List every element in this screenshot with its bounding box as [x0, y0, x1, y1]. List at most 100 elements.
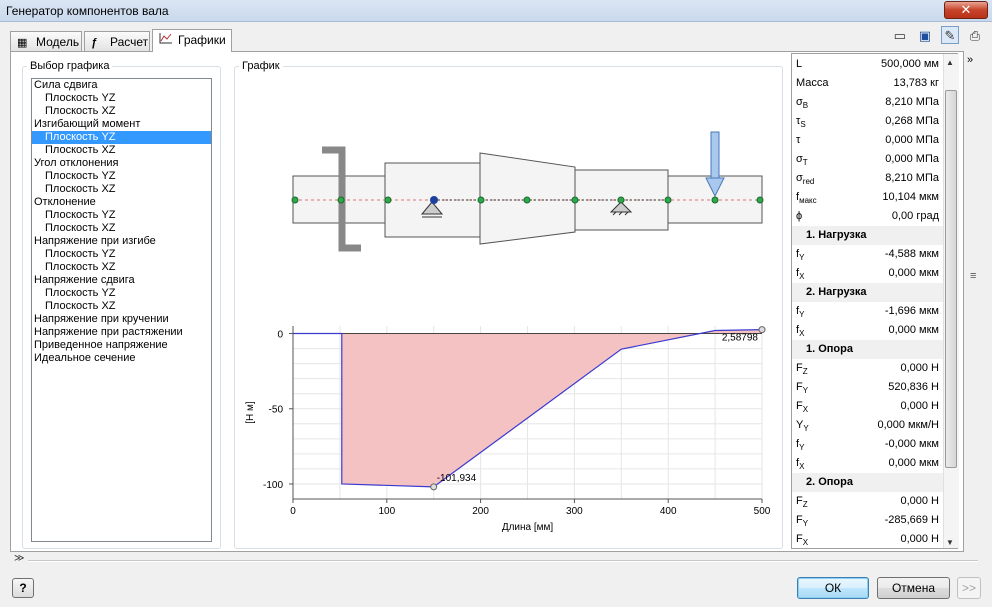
result-value: -285,669 Н [884, 514, 939, 526]
result-row: YY 0,000 мкм/Н [792, 416, 957, 435]
open-folder-icon[interactable]: ▭ [891, 27, 909, 45]
help-icon: ? [19, 581, 27, 595]
result-value: 10,104 мкм [882, 191, 939, 203]
result-row: fX 0,000 мкм [792, 454, 957, 473]
graph-list-subitem[interactable]: Плоскость XZ [32, 183, 211, 196]
chart-icon [159, 33, 175, 47]
y-tick-label: -100 [263, 480, 283, 491]
results-panel: L 500,000 мм Масса 13,783 кг σB 8,210 МПа τS 0,… [791, 53, 958, 549]
scroll-up-icon[interactable]: ▲ [946, 58, 954, 67]
result-value: 0,268 МПа [885, 115, 939, 127]
x-axis-label: Длина [мм] [502, 522, 554, 533]
collapse-panel-icon[interactable]: » [967, 54, 973, 66]
result-row: fY -0,000 мкм [792, 435, 957, 454]
result-value: 13,783 кг [893, 77, 939, 89]
graph-list-item[interactable]: Идеальное сечение [32, 352, 211, 365]
result-row: fмакс 10,104 мкм [792, 188, 957, 207]
more-button[interactable]: >> [957, 577, 981, 599]
close-icon: ✕ [960, 2, 972, 17]
result-row: σred 8,210 МПа [792, 169, 957, 188]
toolbar: ▭ ▣ ✎ ⎙ [887, 26, 984, 46]
tab-label: Графики [178, 33, 226, 47]
results-section-header: 2. Нагрузка [792, 283, 957, 302]
help-button[interactable]: ? [12, 578, 34, 598]
graph-list-item[interactable]: Напряжение сдвига [32, 274, 211, 287]
tab-calculation[interactable]: ƒ Расчет [84, 31, 150, 51]
graph-list-item[interactable]: Напряжение при кручении [32, 313, 211, 326]
section-title: 1. Нагрузка [806, 229, 867, 241]
result-value: 0,000 Н [900, 495, 939, 507]
result-row: FX 0,000 Н [792, 397, 957, 416]
splitter-grip-icon[interactable]: ≡ [970, 270, 976, 282]
graph-list-subitem[interactable]: Плоскость YZ [32, 92, 211, 105]
results-section-header: 1. Опора [792, 340, 957, 359]
x-tick-label: 0 [290, 506, 296, 517]
graph-list-subitem[interactable]: Плоскость YZ [32, 170, 211, 183]
graph-list[interactable]: Сила сдвига Плоскость YZ Плоскость XZ Изгиб… [31, 78, 212, 542]
bottom-divider [28, 560, 978, 562]
result-value: 0,000 мкм [888, 457, 939, 469]
close-button[interactable]: ✕ [944, 1, 988, 19]
result-row: FY -285,669 Н [792, 511, 957, 530]
title-bar: Генератор компонентов вала ✕ [0, 0, 992, 22]
x-tick-label: 100 [378, 506, 395, 517]
annotation-label: 2,58798 [722, 333, 759, 344]
result-row: FX 0,000 Н [792, 530, 957, 548]
result-name: FX [796, 533, 809, 548]
graph-list-subitem[interactable]: Плоскость XZ [32, 300, 211, 313]
results-scrollbar-thumb[interactable] [945, 90, 957, 468]
graph-list-item[interactable]: Сила сдвига [32, 79, 211, 92]
graph-list-subitem[interactable]: Плоскость XZ [32, 261, 211, 274]
result-value: 0,000 МПа [885, 153, 939, 165]
x-tick-label: 500 [754, 506, 771, 517]
tab-label: Расчет [110, 35, 149, 49]
cancel-button[interactable]: Отмена [877, 577, 950, 599]
model-icon: ▦ [17, 37, 28, 49]
graph-list-subitem[interactable]: Плоскость XZ [32, 105, 211, 118]
result-row: ϕ 0,00 град [792, 207, 957, 226]
x-tick-label: 300 [566, 506, 583, 517]
graph-list-item[interactable]: Напряжение при растяжении [32, 326, 211, 339]
y-axis-label: [Н м] [245, 401, 256, 424]
result-value: 520,836 Н [888, 381, 939, 393]
save-icon[interactable]: ▣ [916, 27, 934, 45]
result-row: fY -4,588 мкм [792, 245, 957, 264]
graph-list-item[interactable]: Приведенное напряжение [32, 339, 211, 352]
graph-list-subitem[interactable]: Плоскость XZ [32, 222, 211, 235]
result-row: FZ 0,000 Н [792, 492, 957, 511]
scroll-down-icon[interactable]: ▼ [946, 538, 954, 547]
result-row: fX 0,000 мкм [792, 264, 957, 283]
tab-model[interactable]: ▦ Модель [10, 31, 82, 51]
result-value: 8,210 МПа [885, 172, 939, 184]
result-value: 0,00 град [891, 210, 939, 222]
ok-button[interactable]: ОК [797, 577, 869, 599]
graph-list-subitem[interactable]: Плоскость YZ [32, 287, 211, 300]
graph-selection-label: Выбор графика [27, 60, 113, 72]
section-title: 2. Нагрузка [806, 286, 867, 298]
result-value: 500,000 мм [881, 58, 939, 70]
section-title: 1. Опора [806, 343, 853, 355]
graph-list-item[interactable]: Угол отклонения [32, 157, 211, 170]
graph-list-subitem[interactable]: Плоскость YZ [32, 209, 211, 222]
annotation-point [758, 326, 766, 334]
results-section-header: 2. Опора [792, 473, 957, 492]
graph-list-item[interactable]: Напряжение при изгибе [32, 235, 211, 248]
graph-list-subitem[interactable]: Плоскость YZ [32, 131, 211, 144]
result-row: τ 0,000 МПа [792, 131, 957, 150]
graph-list-subitem[interactable]: Плоскость XZ [32, 144, 211, 157]
graph-group-label: График [239, 60, 283, 72]
report-icon[interactable]: ✎ [940, 26, 959, 44]
result-row: L 500,000 мм [792, 55, 957, 74]
expand-chevron-icon[interactable]: ≫ [14, 553, 24, 564]
annotation-point [430, 483, 438, 491]
result-row: σT 0,000 МПа [792, 150, 957, 169]
graph-list-subitem[interactable]: Плоскость YZ [32, 248, 211, 261]
graph-list-item[interactable]: Отклонение [32, 196, 211, 209]
print-icon[interactable]: ⎙ [966, 27, 984, 45]
result-name: ϕ [796, 210, 803, 222]
window-title: Генератор компонентов вала [6, 4, 169, 18]
graph-list-item[interactable]: Изгибающий момент [32, 118, 211, 131]
result-value: 0,000 мкм [888, 267, 939, 279]
tab-graphs[interactable]: Графики [152, 29, 232, 52]
y-tick-label: 0 [277, 330, 283, 341]
